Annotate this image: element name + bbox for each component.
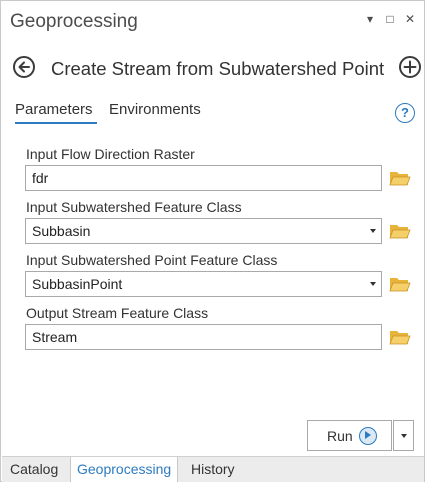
subwatershed-dropdown[interactable]: Subbasin — [25, 218, 382, 244]
active-tab-underline — [15, 122, 97, 124]
tab-history[interactable]: History — [185, 457, 241, 482]
help-icon[interactable]: ? — [395, 103, 415, 123]
param-label-output-stream: Output Stream Feature Class — [26, 305, 209, 321]
tab-geoprocessing[interactable]: Geoprocessing — [70, 457, 179, 482]
subwatershed-value: Subbasin — [32, 223, 91, 239]
maximize-icon[interactable]: □ — [383, 12, 397, 26]
tool-title: Create Stream from Subwatershed Point — [51, 58, 385, 79]
run-options-dropdown[interactable] — [393, 420, 414, 451]
browse-folder-icon[interactable] — [389, 328, 411, 346]
run-label: Run — [327, 428, 353, 444]
back-arrow-icon — [18, 61, 30, 73]
chevron-down-icon — [401, 434, 407, 438]
dropdown-arrow-icon — [370, 282, 376, 286]
subwatershed-point-value: SubbasinPoint — [32, 276, 123, 292]
subwatershed-point-dropdown[interactable]: SubbasinPoint — [25, 271, 382, 297]
add-tool-button[interactable] — [399, 56, 421, 78]
tab-parameters[interactable]: Parameters — [15, 101, 93, 118]
close-icon[interactable]: ✕ — [403, 12, 417, 26]
back-button[interactable] — [13, 56, 35, 78]
browse-folder-icon[interactable] — [389, 275, 411, 293]
pane-title: Geoprocessing — [10, 11, 138, 32]
browse-folder-icon[interactable] — [389, 169, 411, 187]
output-stream-value: Stream — [32, 329, 78, 345]
output-stream-input[interactable]: Stream — [25, 324, 382, 350]
tab-catalog[interactable]: Catalog — [4, 457, 64, 482]
geoprocessing-pane: Geoprocessing ▾ □ ✕ Create Stream from S… — [0, 0, 425, 482]
play-icon — [359, 427, 377, 445]
flow-direction-value: fdr — [32, 170, 49, 186]
pane-titlebar: Geoprocessing ▾ □ ✕ — [2, 2, 424, 42]
pane-options-chevron-icon[interactable]: ▾ — [363, 12, 377, 26]
tab-environments[interactable]: Environments — [109, 101, 201, 118]
dropdown-arrow-icon — [370, 229, 376, 233]
param-label-flow-direction: Input Flow Direction Raster — [26, 146, 195, 162]
tool-header: Create Stream from Subwatershed Point — [2, 45, 424, 89]
run-button[interactable]: Run — [307, 420, 392, 451]
param-label-subwatershed: Input Subwatershed Feature Class — [26, 199, 242, 215]
plus-icon — [403, 60, 417, 74]
flow-direction-input[interactable]: fdr — [25, 165, 382, 191]
browse-folder-icon[interactable] — [389, 222, 411, 240]
pane-bottom-tabs: Catalog Geoprocessing History — [2, 456, 424, 482]
param-label-subwatershed-point: Input Subwatershed Point Feature Class — [26, 252, 278, 268]
